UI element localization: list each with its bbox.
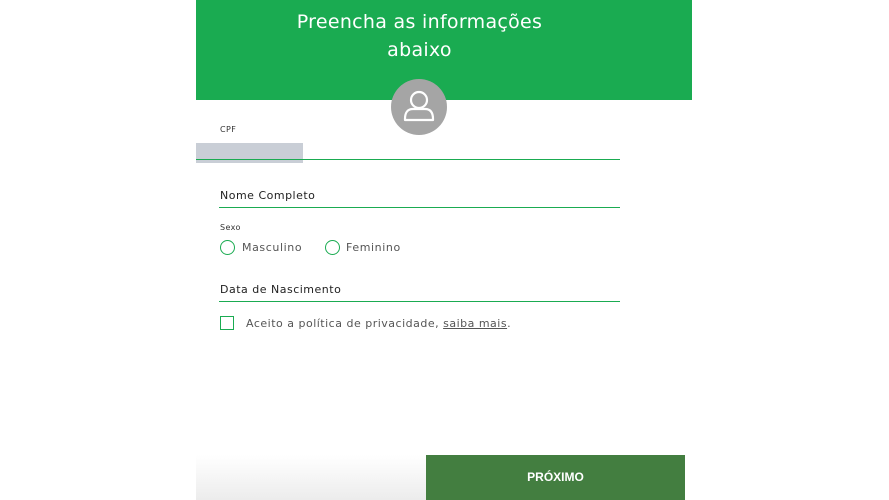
radio-masculino-label[interactable]: Masculino bbox=[242, 241, 302, 254]
radio-masculino[interactable] bbox=[220, 240, 235, 255]
next-button[interactable]: PRÓXIMO bbox=[426, 455, 685, 500]
privacy-learn-more-link[interactable]: saiba mais bbox=[443, 317, 507, 330]
radio-feminino-label[interactable]: Feminino bbox=[346, 241, 401, 254]
user-icon bbox=[403, 90, 435, 122]
full-name-underline bbox=[219, 207, 620, 208]
page-title: Preencha as informações abaixo bbox=[196, 8, 643, 64]
birth-date-underline bbox=[219, 301, 620, 302]
page-title-line-1: Preencha as informações bbox=[296, 11, 543, 33]
privacy-text-suffix: . bbox=[507, 317, 512, 330]
footer-shade bbox=[196, 455, 426, 500]
privacy-text-label: Aceito a política de privacidade, bbox=[246, 317, 444, 330]
full-name-input[interactable]: Nome Completo bbox=[220, 189, 315, 202]
avatar[interactable] bbox=[391, 79, 447, 135]
cpf-underline bbox=[196, 159, 620, 160]
cpf-input[interactable] bbox=[196, 143, 303, 163]
birth-date-input[interactable]: Data de Nascimento bbox=[220, 283, 341, 296]
page-title-line-2: abaixo bbox=[387, 39, 452, 61]
gender-label: Sexo bbox=[220, 223, 241, 232]
radio-feminino[interactable] bbox=[325, 240, 340, 255]
cpf-label: CPF bbox=[220, 125, 237, 134]
privacy-text: Aceito a política de privacidade, saiba … bbox=[246, 317, 511, 330]
privacy-checkbox[interactable] bbox=[220, 316, 234, 330]
